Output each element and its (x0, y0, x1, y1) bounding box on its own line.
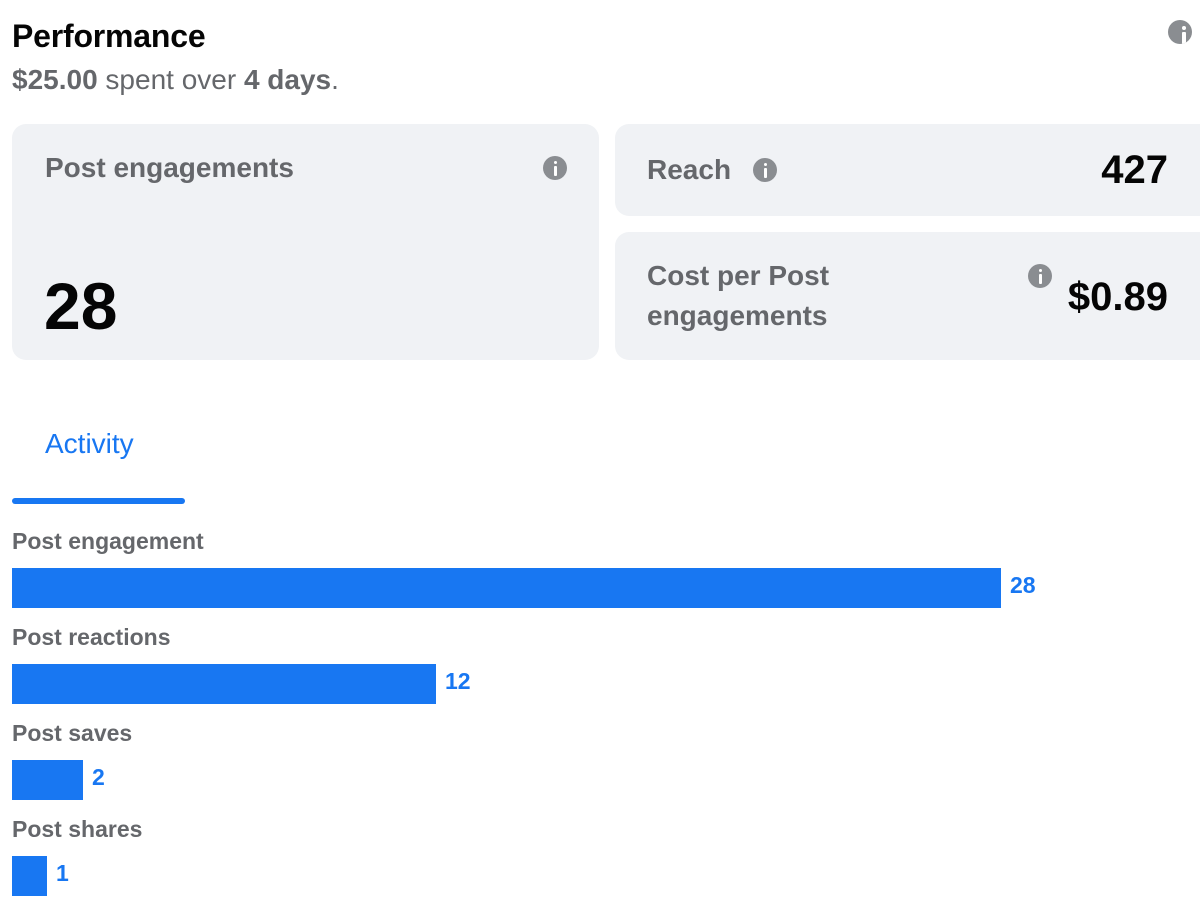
activity-row: Post shares 1 (12, 816, 1192, 896)
post-engagements-info-icon[interactable] (543, 156, 567, 180)
reach-card: Reach 427 (615, 124, 1200, 216)
tab-activity-label: Activity (45, 428, 134, 459)
tab-activity-underline (12, 498, 185, 504)
cost-per-engagement-value: $0.89 (1067, 275, 1168, 319)
performance-title: Performance (12, 18, 206, 54)
activity-bar (12, 664, 436, 704)
spend-amount: $25.00 (12, 64, 98, 95)
tab-activity[interactable]: Activity (12, 420, 185, 504)
post-engagements-value: 28 (44, 269, 118, 343)
activity-row-label: Post shares (12, 816, 143, 842)
activity-bar-value: 12 (445, 668, 471, 694)
reach-value: 427 (1101, 148, 1168, 192)
activity-bar-value: 2 (92, 764, 105, 790)
activity-row-label: Post engagement (12, 528, 204, 554)
post-engagements-label: Post engagements (45, 152, 294, 183)
cost-per-engagement-info-icon[interactable] (1028, 264, 1052, 288)
post-engagements-card: Post engagements 28 (12, 124, 599, 360)
activity-bar (12, 760, 83, 800)
spend-mid-text: spent over (97, 64, 244, 95)
activity-row: Post engagement 28 (12, 528, 1192, 608)
cost-per-engagement-label-line2: engagements (647, 300, 828, 331)
cost-per-engagement-card: Cost per Post engagements $0.89 (615, 232, 1200, 360)
reach-info-icon[interactable] (753, 158, 777, 182)
activity-row-label: Post reactions (12, 624, 171, 650)
spend-days: 4 days (243, 64, 332, 95)
reach-label: Reach (647, 154, 732, 185)
activity-bar (12, 568, 1001, 608)
activity-row: Post reactions 12 (12, 624, 1192, 704)
activity-row: Post saves 2 (12, 720, 1192, 800)
cost-per-engagement-label-line1: Cost per Post (647, 260, 830, 291)
activity-bar (12, 856, 47, 896)
activity-bar-value: 1 (56, 860, 69, 886)
performance-info-icon[interactable] (1168, 20, 1192, 44)
spend-summary: $25.00 spent over 4 days. (12, 64, 339, 96)
activity-row-label: Post saves (12, 720, 133, 746)
cost-per-engagement-label: Cost per Post engagements (647, 256, 829, 336)
spend-period: . (331, 64, 339, 95)
activity-bar-value: 28 (1010, 572, 1036, 598)
